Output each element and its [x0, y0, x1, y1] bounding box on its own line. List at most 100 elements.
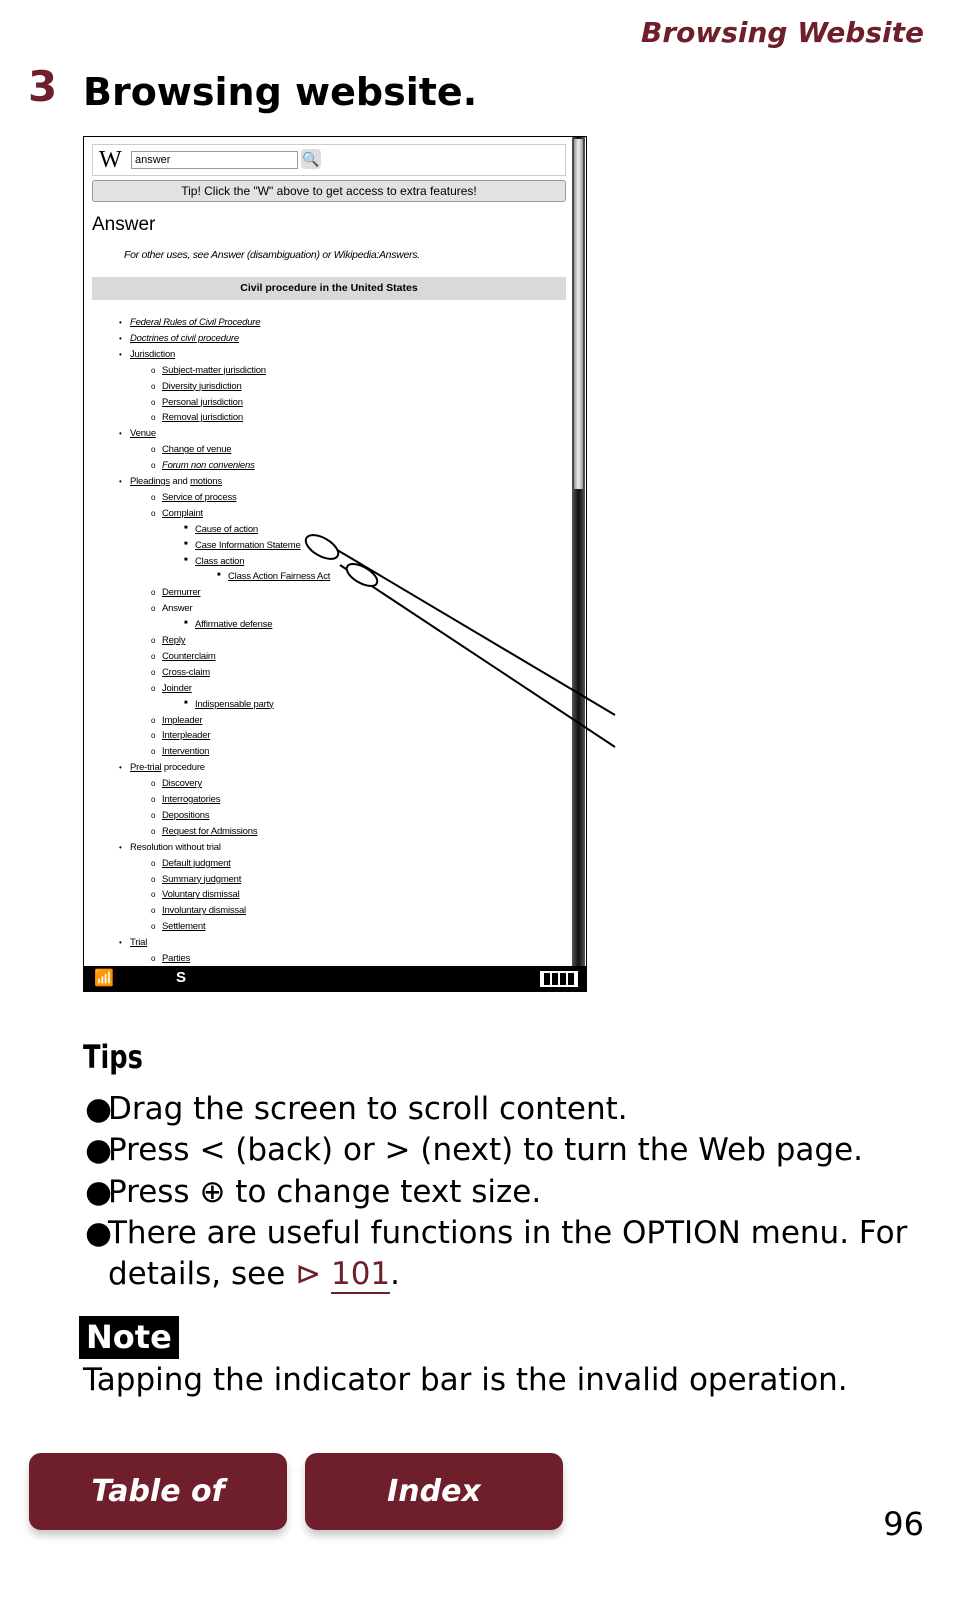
- tip-text: Press < (back) or > (next) to turn the W…: [108, 1132, 864, 1168]
- wiki-link[interactable]: Forum non conveniens: [162, 460, 255, 471]
- note-text: Tapping the indicator bar is the invalid…: [83, 1362, 848, 1398]
- bullet-icon: o: [151, 810, 156, 820]
- list-item: Change of venue: [162, 444, 232, 455]
- wiki-link[interactable]: Removal jurisdiction: [162, 412, 243, 423]
- list-item: Impleader: [162, 715, 203, 726]
- page-title: Browsing website.: [83, 70, 478, 114]
- wiki-link[interactable]: Interrogatories: [162, 794, 220, 805]
- wiki-link[interactable]: Personal jurisdiction: [162, 397, 243, 408]
- wiki-link[interactable]: Pre-trial: [130, 762, 162, 773]
- bullet-icon: ■: [184, 620, 188, 627]
- list-item: Request for Admissions: [162, 826, 258, 837]
- list-item: Doctrines of civil procedure: [130, 333, 239, 344]
- navbox-title: Civil procedure in the United States: [92, 277, 566, 300]
- list-item: Federal Rules of Civil Procedure: [130, 317, 261, 328]
- wiki-link[interactable]: Reply: [162, 635, 185, 646]
- tip-text: Press: [108, 1174, 200, 1210]
- wiki-link[interactable]: Interpleader: [162, 730, 211, 741]
- wiki-link[interactable]: Default judgment: [162, 858, 231, 869]
- bullet-icon: o: [151, 954, 156, 963]
- list-item: Forum non conveniens: [162, 460, 255, 471]
- bullet-icon: o: [151, 874, 156, 884]
- wiki-link[interactable]: Subject-matter jurisdiction: [162, 365, 266, 376]
- bullet-icon: o: [151, 826, 156, 836]
- bullet-icon: ■: [184, 524, 188, 531]
- list-item: Interrogatories: [162, 794, 220, 805]
- wiki-link[interactable]: Change of venue: [162, 444, 232, 455]
- list-item: Settlement: [162, 921, 206, 932]
- bullet-icon: o: [151, 731, 156, 741]
- wiki-link[interactable]: motions: [190, 476, 222, 487]
- text: .: [417, 249, 420, 261]
- bullet-icon: ■: [184, 699, 188, 706]
- wiki-link[interactable]: Affirmative defense: [195, 619, 273, 630]
- tip-item: ●Press ⊕ to change text size.: [85, 1174, 542, 1210]
- wiki-link[interactable]: Indispensable party: [195, 699, 274, 710]
- bullet-icon: ■: [217, 572, 221, 579]
- wiki-link[interactable]: Wikipedia:Answers: [334, 249, 418, 261]
- table-of-contents-button[interactable]: Table of Contents: [29, 1453, 287, 1586]
- tip-text: details, see: [108, 1256, 296, 1292]
- bullet-icon: o: [151, 779, 156, 789]
- bullet-icon: o: [151, 715, 156, 725]
- wiki-link[interactable]: Complaint: [162, 508, 203, 519]
- wiki-link[interactable]: Summary judgment: [162, 874, 241, 885]
- bullet-icon: •: [119, 938, 122, 948]
- tip-text: to change text size.: [225, 1174, 542, 1210]
- bullet-icon: o: [151, 365, 156, 375]
- wiki-link[interactable]: Impleader: [162, 715, 203, 726]
- list-item: Cross-claim: [162, 667, 210, 678]
- wiki-link[interactable]: Voluntary dismissal: [162, 889, 240, 900]
- wikipedia-logo[interactable]: W: [99, 147, 122, 174]
- wiki-link[interactable]: Pleadings: [130, 476, 170, 487]
- battery-icon: [540, 971, 578, 987]
- wiki-link[interactable]: Joinder: [162, 683, 192, 694]
- wiki-link[interactable]: Class action: [195, 556, 245, 567]
- s-indicator: S: [176, 969, 187, 986]
- list-item: Demurrer: [162, 587, 201, 598]
- text: procedure: [161, 762, 205, 774]
- wiki-link[interactable]: Diversity jurisdiction: [162, 381, 242, 392]
- wiki-link[interactable]: Civil procedure: [240, 282, 316, 294]
- wiki-link[interactable]: Federal Rules of Civil Procedure: [130, 317, 261, 328]
- scrollbar-thumb[interactable]: [574, 139, 583, 489]
- wiki-link[interactable]: Counterclaim: [162, 651, 216, 662]
- wiki-link[interactable]: Depositions: [162, 810, 210, 821]
- wiki-link[interactable]: Parties: [162, 953, 190, 964]
- index-button[interactable]: Index: [305, 1453, 563, 1530]
- wiki-link[interactable]: Intervention: [162, 746, 209, 757]
- wiki-link[interactable]: Answer (disambiguation): [211, 249, 320, 261]
- list-item: Voluntary dismissal: [162, 889, 240, 900]
- page-ref-link[interactable]: 101: [330, 1256, 391, 1294]
- wiki-link[interactable]: Cause of action: [195, 524, 258, 535]
- list-item: Intervention: [162, 746, 209, 757]
- wiki-link[interactable]: Cross-claim: [162, 667, 210, 678]
- wiki-link[interactable]: Settlement: [162, 921, 206, 932]
- tip-text: Drag the screen to scroll content.: [108, 1091, 628, 1127]
- list-item: Venue: [130, 428, 156, 439]
- magnifier-icon[interactable]: 🔍: [301, 149, 321, 169]
- list-item: Trial: [130, 937, 147, 948]
- wiki-link[interactable]: Jurisdiction: [130, 349, 175, 360]
- status-bar: 📶 S: [84, 966, 586, 991]
- search-input[interactable]: answer: [131, 151, 298, 169]
- wiki-link[interactable]: Venue: [130, 428, 156, 439]
- wiki-link[interactable]: United States: [351, 282, 418, 294]
- wiki-link[interactable]: Doctrines of civil procedure: [130, 333, 239, 344]
- wiki-link[interactable]: Request for Admissions: [162, 826, 258, 837]
- article-heading: Answer: [92, 214, 156, 235]
- bullet-icon: o: [151, 461, 156, 471]
- bullet-icon: o: [151, 795, 156, 804]
- wiki-link[interactable]: Service of process: [162, 492, 237, 503]
- period: .: [390, 1256, 401, 1292]
- bullet-icon: o: [151, 667, 156, 677]
- wiki-search-bar: W answer 🔍: [92, 144, 566, 176]
- wiki-link[interactable]: Trial: [130, 937, 147, 948]
- list-item: Removal jurisdiction: [162, 412, 243, 423]
- wiki-link[interactable]: Demurrer: [162, 587, 201, 598]
- wiki-link[interactable]: Involuntary dismissal: [162, 905, 246, 916]
- wiki-link[interactable]: Case Information Stateme: [195, 540, 301, 551]
- wiki-link[interactable]: Discovery: [162, 778, 202, 789]
- list-item: Joinder: [162, 683, 192, 694]
- bullet-icon: o: [151, 683, 156, 693]
